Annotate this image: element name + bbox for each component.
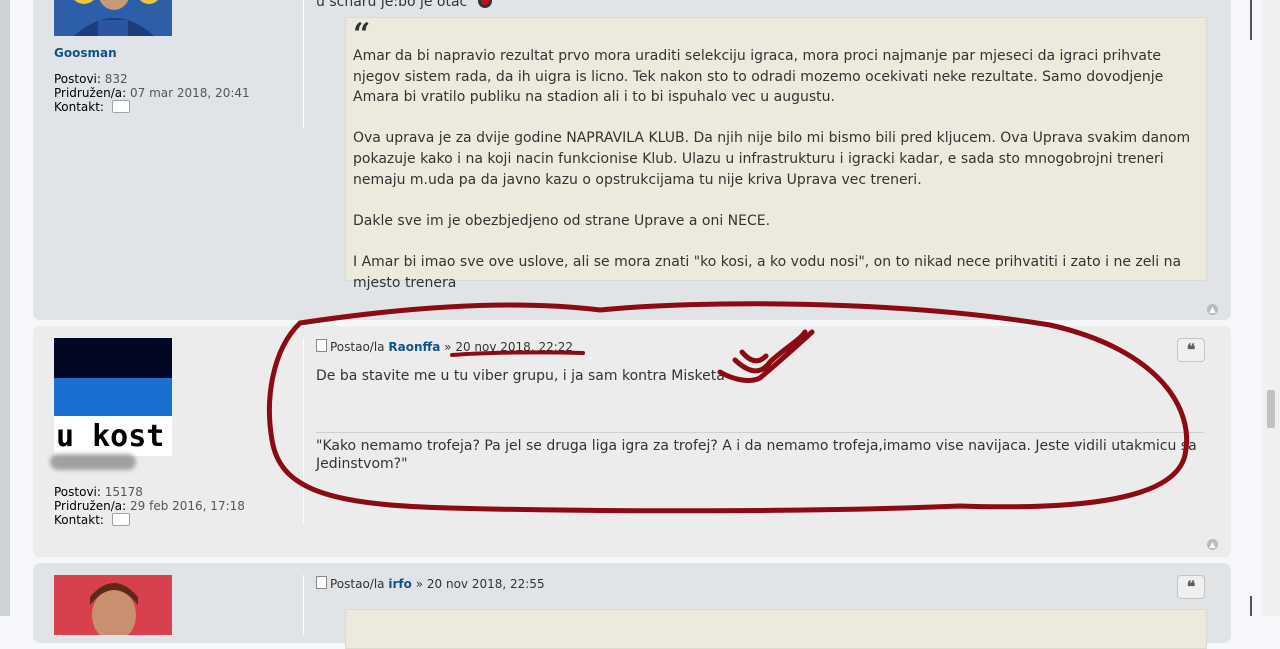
post-icon[interactable] [316, 576, 327, 589]
quote-paragraph: I Amar bi imao sve ove uslove, ali se mo… [353, 253, 1182, 291]
post-content: De ba stavite me u tu viber grupu, i ja … [316, 368, 725, 384]
post-count: Postovi: 15178 [54, 485, 143, 499]
scrollbar[interactable] [1262, 0, 1280, 616]
emoji-icon [477, 0, 492, 8]
back-to-top-icon[interactable]: ▲ [1207, 304, 1218, 315]
profile-divider [303, 575, 304, 635]
post-author-line: Postao/la irfo » 20 nov 2018, 22:55 [316, 576, 545, 591]
post-date[interactable]: 20 nov 2018, 22:55 [427, 577, 545, 591]
edge-line [1250, 0, 1252, 40]
edge-line [1250, 596, 1252, 616]
quote-mark-icon: “ [353, 17, 371, 52]
scrollbar-thumb[interactable] [1267, 390, 1275, 428]
contact: Kontakt: [54, 100, 130, 114]
post-author-line: Postao/la Raonffa » 20 nov 2018, 22:22 [316, 339, 573, 354]
author-link[interactable]: irfo [388, 577, 412, 591]
post-count: Postovi: 832 [54, 72, 128, 86]
post-date[interactable]: 20 nov 2018, 22:22 [455, 340, 573, 354]
author-link[interactable]: Raonffa [388, 340, 440, 354]
contact: Kontakt: [54, 513, 130, 527]
post-icon[interactable] [316, 339, 327, 352]
post-text-fragment: u scnaru je:bo je otac [316, 0, 494, 10]
quote-paragraph: Amar da bi napravio rezultat prvo mora u… [353, 48, 1164, 106]
username[interactable]: Goosman [54, 46, 117, 60]
quote-block [345, 609, 1207, 649]
profile-divider [303, 0, 304, 128]
contact-icon[interactable] [111, 100, 130, 113]
quote-block: “ Amar da bi napravio rezultat prvo mora… [345, 17, 1207, 291]
avatar[interactable] [54, 0, 172, 36]
signature: "Kako nemamo trofeja? Pa jel se druga li… [316, 432, 1204, 473]
profile-divider [303, 338, 304, 523]
post-goosman-quote: Goosman Postovi: 832 Pridružen/a: 07 mar… [33, 0, 1231, 320]
left-edge-scrollbar [0, 0, 10, 616]
quote-button[interactable]: ❝ [1177, 338, 1205, 362]
contact-icon[interactable] [111, 513, 130, 526]
join-date: Pridružen/a: 07 mar 2018, 20:41 [54, 86, 250, 100]
avatar[interactable] [54, 575, 172, 635]
quote-paragraph: Ova uprava je za dvije godine NAPRAVILA … [353, 130, 1191, 188]
join-date: Pridružen/a: 29 feb 2016, 17:18 [54, 499, 245, 513]
rank-badge [50, 454, 136, 470]
avatar[interactable]: u kost [54, 338, 172, 456]
avatar-text: u kost [56, 419, 164, 454]
quote-button[interactable]: ❝ [1177, 575, 1205, 599]
post-irfo: Postao/la irfo » 20 nov 2018, 22:55 ❝ [33, 563, 1231, 649]
post-raonffa: u kost Postovi: 15178 Pridružen/a: 29 fe… [33, 326, 1231, 557]
quote-paragraph: Dakle sve im je obezbjedjeno od strane U… [353, 212, 771, 229]
back-to-top-icon[interactable]: ▲ [1207, 539, 1218, 550]
